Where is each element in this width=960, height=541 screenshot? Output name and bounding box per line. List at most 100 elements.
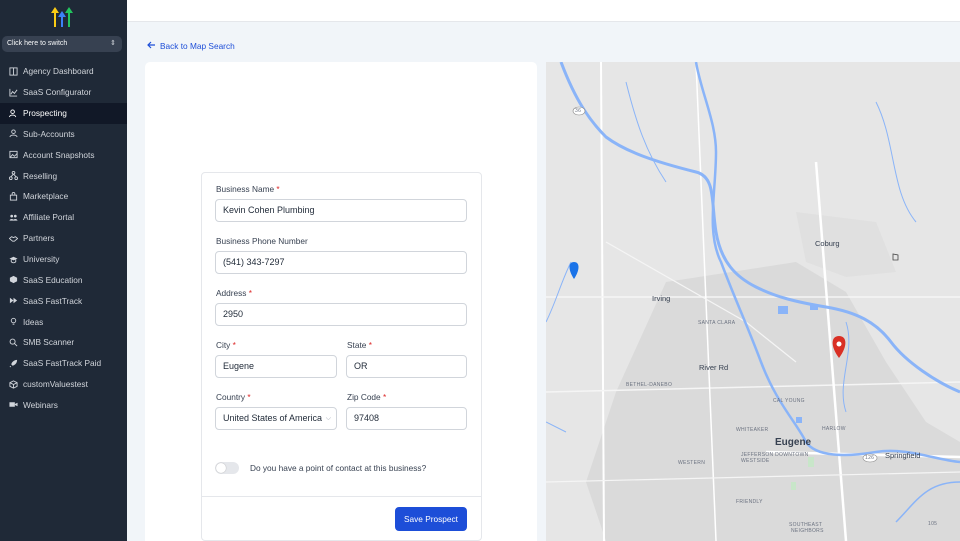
map-label-shield-36: 36 — [575, 108, 582, 114]
account-switcher-label: Click here to switch — [7, 40, 68, 47]
sidebar-item-label: Ideas — [23, 316, 44, 327]
sidebar-item-prospecting[interactable]: Prospecting — [0, 102, 127, 124]
hierarchy-icon — [8, 170, 19, 181]
state-input[interactable]: OR — [346, 355, 467, 378]
user-search-icon — [8, 108, 19, 119]
users-icon — [8, 212, 19, 223]
sidebar-item-label: Account Snapshots — [23, 149, 95, 160]
sidebar-item-saas-configurator[interactable]: SaaS Configurator — [0, 82, 127, 103]
country-select[interactable]: United States of America ⌵ — [215, 407, 337, 430]
fast-forward-icon — [8, 295, 19, 306]
map-label-whiteaker: WHITEAKER — [736, 427, 769, 433]
sidebar-item-marketplace[interactable]: Marketplace — [0, 186, 127, 207]
toggle-knob — [216, 463, 226, 473]
sidebar-item-label: SaaS Education — [23, 274, 83, 285]
sidebar-item-affiliate-portal[interactable]: Affiliate Portal — [0, 207, 127, 228]
handshake-icon — [8, 233, 19, 244]
country-select-value: United States of America — [223, 413, 323, 423]
sidebar-item-webinars[interactable]: Webinars — [0, 395, 127, 416]
map-label-western: WESTERN — [678, 460, 706, 466]
map-label-harlow: HARLOW — [822, 426, 846, 432]
phone-input[interactable]: (541) 343-7297 — [215, 251, 467, 274]
save-prospect-button[interactable]: Save Prospect — [395, 507, 467, 531]
city-label: City * — [216, 340, 236, 350]
cube-icon — [8, 274, 19, 285]
box-icon — [8, 379, 19, 390]
map-label-cal-young: CAL YOUNG — [773, 398, 805, 404]
search-icon — [8, 337, 19, 348]
rocket-icon — [8, 358, 19, 369]
map[interactable]: 36 126 105 Coburg Irving SANTA CLARA Riv… — [546, 62, 960, 541]
sidebar-item-label: Affiliate Portal — [23, 212, 75, 223]
city-input[interactable]: Eugene — [215, 355, 337, 378]
map-label-coburg: Coburg — [815, 239, 840, 248]
sidebar-item-label: SaaS FastTrack Paid — [23, 358, 102, 369]
map-canvas — [546, 62, 960, 541]
map-label-bethel-danebo: BETHEL-DANEBO — [626, 382, 673, 388]
sidebar-item-saas-fasttrack[interactable]: SaaS FastTrack — [0, 290, 127, 311]
video-icon — [8, 399, 19, 410]
chevron-updown-icon: ⇕ — [110, 40, 116, 47]
bag-icon — [8, 191, 19, 202]
graduation-icon — [8, 254, 19, 265]
map-label-friendly: FRIENDLY — [736, 499, 763, 505]
sidebar-item-label: Reselling — [23, 170, 58, 181]
sidebar-item-label: Partners — [23, 233, 55, 244]
sidebar-item-label: University — [23, 254, 60, 265]
sidebar-item-account-snapshots[interactable]: Account Snapshots — [0, 144, 127, 165]
back-link-label: Back to Map Search — [160, 41, 235, 51]
sidebar-item-label: Marketplace — [23, 191, 69, 202]
chart-icon — [8, 87, 19, 98]
sidebar-item-reselling[interactable]: Reselling — [0, 165, 127, 186]
map-label-shield-105: 105 — [928, 521, 938, 527]
point-of-contact-toggle[interactable] — [215, 462, 239, 474]
sidebar-item-label: SaaS FastTrack — [23, 295, 83, 306]
map-label-river-rd: River Rd — [699, 363, 729, 372]
map-label-santa-clara: SANTA CLARA — [698, 320, 736, 326]
arrow-left-icon — [147, 41, 156, 51]
card-divider — [202, 496, 481, 497]
sidebar-item-label: Agency Dashboard — [23, 66, 94, 77]
sidebar-item-ideas[interactable]: Ideas — [0, 311, 127, 332]
logo-icon[interactable] — [50, 5, 76, 27]
business-name-label: Business Name * — [216, 184, 280, 194]
map-label-eugene: Eugene — [775, 437, 812, 448]
sidebar-item-agency-dashboard[interactable]: Agency Dashboard — [0, 61, 127, 82]
map-label-westside: WESTSIDE — [741, 458, 770, 464]
sidebar-item-smb-scanner[interactable]: SMB Scanner — [0, 332, 127, 353]
dashboard-icon — [8, 66, 19, 77]
map-label-springfield: Springfield — [885, 451, 921, 460]
chevron-down-icon: ⌵ — [325, 415, 331, 422]
point-of-contact-label: Do you have a point of contact at this b… — [250, 463, 427, 473]
zip-input[interactable]: 97408 — [346, 407, 467, 430]
sidebar-item-saas-education[interactable]: SaaS Education — [0, 269, 127, 290]
image-icon — [8, 149, 19, 160]
sidebar-item-label: Sub-Accounts — [23, 128, 75, 139]
sidebar-item-sub-accounts[interactable]: Sub-Accounts — [0, 124, 127, 145]
sidebar: Click here to switch ⇕ Agency Dashboard … — [0, 0, 127, 541]
lightbulb-icon — [8, 316, 19, 327]
user-icon — [8, 128, 19, 139]
address-label: Address * — [216, 288, 252, 298]
zip-label: Zip Code * — [347, 392, 387, 402]
country-label: Country * — [216, 392, 251, 402]
sidebar-item-partners[interactable]: Partners — [0, 228, 127, 249]
sidebar-item-label: SMB Scanner — [23, 337, 75, 348]
map-label-neighbors: NEIGHBORS — [791, 528, 824, 534]
address-input[interactable]: 2950 — [215, 303, 467, 326]
sidebar-nav: Agency Dashboard SaaS Configurator Prosp… — [0, 61, 127, 415]
sidebar-item-label: SaaS Configurator — [23, 87, 92, 98]
sidebar-item-label: Webinars — [23, 399, 58, 410]
back-to-map-search-link[interactable]: Back to Map Search — [147, 41, 235, 51]
sidebar-item-saas-fasttrack-paid[interactable]: SaaS FastTrack Paid — [0, 353, 127, 374]
top-bar — [127, 0, 960, 22]
account-switcher[interactable]: Click here to switch ⇕ — [2, 36, 122, 52]
sidebar-item-customvaluestest[interactable]: customValuestest — [0, 374, 127, 395]
map-label-irving: Irving — [652, 294, 671, 303]
business-name-input[interactable]: Kevin Cohen Plumbing — [215, 199, 467, 222]
state-label: State * — [347, 340, 372, 350]
map-label-shield-126: 126 — [865, 455, 875, 461]
phone-label: Business Phone Number — [216, 236, 308, 246]
sidebar-item-label: Prospecting — [23, 108, 67, 119]
sidebar-item-university[interactable]: University — [0, 249, 127, 270]
